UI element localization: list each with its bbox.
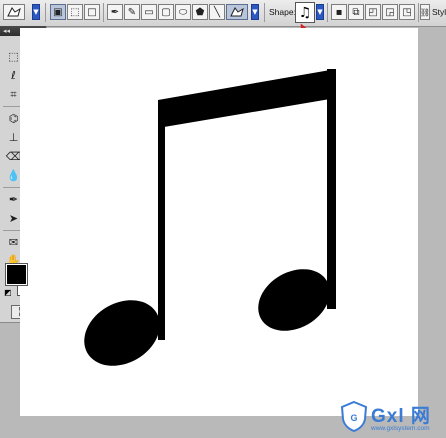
chain-link-icon: ⛓: [419, 7, 431, 17]
add-to-shape-button[interactable]: ⧉: [348, 4, 364, 20]
subtract-shape-icon: ◰: [368, 6, 378, 18]
paths-button[interactable]: ⬚: [67, 4, 83, 20]
watermark-brand: Gxl 网: [371, 406, 431, 427]
shape-picker[interactable]: ♫: [295, 2, 315, 23]
eraser-icon: ⌫: [5, 150, 22, 163]
polygon-tool-button[interactable]: ⬟: [192, 4, 208, 20]
separator: [327, 3, 328, 22]
tool-preset-picker[interactable]: [3, 4, 25, 20]
marquee-icon: ⬚: [8, 50, 19, 63]
line-tool-button[interactable]: ╲: [209, 4, 225, 20]
new-layer-icon: ▪: [335, 6, 343, 18]
lasso-icon: ℓ: [11, 69, 16, 82]
pen-icon: ✒: [110, 6, 120, 18]
document-canvas[interactable]: [20, 28, 418, 416]
arrow-pointer-icon: ➤: [8, 212, 19, 225]
add-shape-icon: ⧉: [352, 6, 360, 18]
stamp-icon: ⊥: [8, 131, 19, 144]
custom-shape-button[interactable]: [226, 4, 248, 20]
separator: [103, 3, 104, 22]
custom-shape-icon: [7, 7, 21, 17]
fill-pixels-icon: □: [87, 6, 97, 18]
separator: [418, 3, 419, 22]
foreground-color-swatch-top[interactable]: [5, 263, 28, 286]
watermark-logo: G Gxl 网 www.gxlsystem.com: [338, 398, 446, 438]
exclude-shape-button[interactable]: ◳: [399, 4, 415, 20]
music-note-icon: ♫: [298, 4, 312, 21]
style-label: Style: [432, 7, 446, 17]
rounded-rectangle-button[interactable]: ▢: [158, 4, 174, 20]
subtract-shape-button[interactable]: ◰: [365, 4, 381, 20]
options-bar: ▼ ▣ ⬚ □ ✒ ✎ ▭ ▢ ⬭ ⬟ ╲ ▼ Shape: ♫ ▼ ▪ ⧉ ◰…: [0, 0, 446, 37]
tool-preset-dropdown[interactable]: ▼: [32, 4, 40, 20]
polygon-icon: ⬟: [195, 6, 205, 18]
geometry-options-dropdown[interactable]: ▼: [251, 4, 259, 20]
custom-shape-icon: [230, 7, 244, 17]
pen-nib-icon: ✒: [8, 193, 19, 206]
rounded-rectangle-icon: ▢: [161, 6, 171, 18]
rectangle-tool-button[interactable]: ▭: [141, 4, 157, 20]
freeform-pen-icon: ✎: [127, 6, 137, 18]
separator: [45, 3, 46, 22]
shield-icon: G: [340, 400, 368, 432]
shape-picker-dropdown[interactable]: ▼: [316, 4, 324, 20]
bandage-icon: ⌬: [8, 112, 19, 125]
shape-label: Shape:: [269, 7, 296, 17]
watermark-url: www.gxlsystem.com: [371, 425, 430, 432]
shape-layers-button[interactable]: ▣: [50, 4, 66, 20]
link-layer-button[interactable]: ⛓: [420, 4, 430, 20]
svg-text:G: G: [350, 413, 357, 423]
fill-pixels-button[interactable]: □: [84, 4, 100, 20]
crop-icon: ⌗: [10, 87, 17, 101]
ellipse-tool-button[interactable]: ⬭: [175, 4, 191, 20]
separator: [264, 3, 265, 22]
ellipse-icon: ⬭: [178, 6, 188, 18]
music-note-shape: [84, 69, 336, 366]
default-colors-icon[interactable]: ◩: [4, 288, 12, 297]
new-layer-button[interactable]: ▪: [331, 4, 347, 20]
paths-icon: ⬚: [70, 6, 80, 18]
exclude-shape-icon: ◳: [402, 6, 412, 18]
freeform-pen-button[interactable]: ✎: [124, 4, 140, 20]
intersect-shape-button[interactable]: ◲: [382, 4, 398, 20]
pen-tool-button[interactable]: ✒: [107, 4, 123, 20]
line-icon: ╲: [213, 6, 221, 18]
rectangle-icon: ▭: [144, 6, 154, 18]
notes-icon: ✉: [8, 236, 19, 249]
shape-layers-icon: ▣: [53, 6, 63, 18]
intersect-shape-icon: ◲: [385, 6, 395, 18]
blur-drop-icon: 💧: [6, 169, 21, 182]
